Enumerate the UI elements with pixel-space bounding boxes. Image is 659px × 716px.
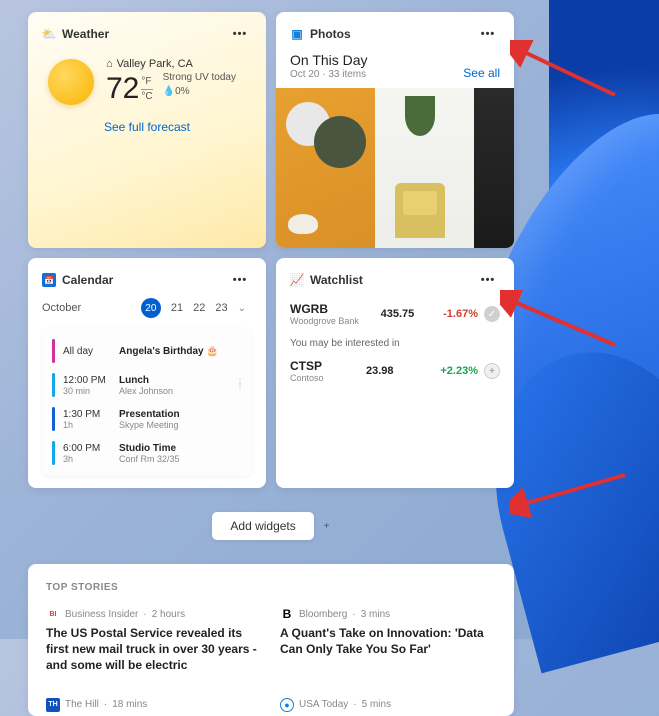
watchlist-suggest-label: You may be interested in: [290, 338, 500, 349]
photo-thumbnail[interactable]: [276, 88, 375, 248]
watchlist-icon: 📈: [290, 273, 304, 287]
home-icon: ⌂: [106, 58, 113, 70]
stock-check-button[interactable]: ✓: [484, 306, 500, 322]
photos-title: Photos: [310, 27, 351, 41]
weather-temp: 72: [106, 72, 139, 106]
news-item[interactable]: B Bloomberg · 3 mins A Quant's Take on I…: [280, 607, 496, 674]
weather-condition: Strong UV today: [163, 72, 236, 83]
annotation-arrow: [510, 40, 620, 100]
add-widgets-button[interactable]: Add widgets: [212, 512, 313, 540]
source-icon: ●: [280, 698, 294, 712]
calendar-day[interactable]: 21: [171, 302, 183, 314]
see-all-link[interactable]: See all: [463, 66, 500, 80]
stock-row[interactable]: WGRB Woodgrove Bank 435.75 -1.67% ✓: [290, 298, 500, 330]
weather-location: ⌂ Valley Park, CA: [106, 58, 236, 70]
calendar-day[interactable]: 23: [215, 302, 227, 314]
annotation-arrow: [500, 290, 620, 350]
photo-grid: [276, 88, 514, 248]
photos-more-button[interactable]: •••: [476, 24, 500, 44]
photos-subheading: Oct 20 · 33 items: [290, 69, 368, 80]
calendar-event[interactable]: 12:00 PM30 min LunchAlex Johnson ⋮⋮: [42, 368, 252, 402]
photos-icon: ▣: [290, 27, 304, 41]
source-icon: TH: [46, 698, 60, 712]
news-item[interactable]: BI Business Insider · 2 hours The US Pos…: [46, 607, 262, 674]
photos-widget: ▣ Photos ••• On This Day Oct 20 · 33 ite…: [276, 12, 514, 248]
news-item[interactable]: ● USA Today · 5 mins: [280, 698, 496, 716]
weather-widget: ⛅ Weather ••• ⌂ Valley Park, CA 72 °F °C: [28, 12, 266, 248]
top-stories-card: TOP STORIES BI Business Insider · 2 hour…: [28, 564, 514, 716]
weather-title: Weather: [62, 27, 109, 41]
watchlist-widget: 📈 Watchlist ••• WGRB Woodgrove Bank 435.…: [276, 258, 514, 488]
photo-thumbnail[interactable]: [474, 88, 514, 248]
calendar-widget: 📅 Calendar ••• October 20 21 22 23 ⌄ All…: [28, 258, 266, 488]
news-item[interactable]: TH The Hill · 18 mins: [46, 698, 262, 716]
weather-icon: ⛅: [42, 27, 56, 41]
news-header: TOP STORIES: [46, 582, 496, 593]
forecast-link[interactable]: See full forecast: [42, 120, 252, 134]
calendar-month: October: [42, 302, 81, 314]
event-list: All day Angela's Birthday 🎂 12:00 PM30 m…: [42, 328, 252, 476]
calendar-title: Calendar: [62, 273, 113, 287]
calendar-event[interactable]: 6:00 PM3h Studio TimeConf Rm 32/35: [42, 436, 252, 470]
stock-row[interactable]: CTSP Contoso 23.98 +2.23% +: [290, 355, 500, 387]
watchlist-title: Watchlist: [310, 273, 363, 287]
temp-unit-toggle[interactable]: °F °C: [141, 72, 152, 103]
watchlist-more-button[interactable]: •••: [476, 270, 500, 290]
stock-add-button[interactable]: +: [484, 363, 500, 379]
weather-more-button[interactable]: •••: [228, 24, 252, 44]
event-handle-icon[interactable]: ⋮⋮: [236, 381, 244, 389]
source-icon: B: [280, 607, 294, 621]
calendar-event[interactable]: 1:30 PM1h PresentationSkype Meeting: [42, 402, 252, 436]
weather-humidity: 💧0%: [163, 86, 236, 97]
calendar-icon: 📅: [42, 273, 56, 287]
source-icon: BI: [46, 607, 60, 621]
sun-icon: [48, 59, 94, 105]
plus-icon[interactable]: +: [324, 521, 330, 532]
calendar-event[interactable]: All day Angela's Birthday 🎂: [42, 334, 252, 368]
calendar-day[interactable]: 22: [193, 302, 205, 314]
chevron-down-icon[interactable]: ⌄: [238, 303, 246, 314]
widgets-panel: ⛅ Weather ••• ⌂ Valley Park, CA 72 °F °C: [28, 12, 514, 716]
annotation-arrow: [510, 470, 630, 520]
calendar-day-active[interactable]: 20: [141, 298, 161, 318]
photos-heading: On This Day: [290, 52, 368, 68]
photo-thumbnail[interactable]: [375, 88, 474, 248]
calendar-more-button[interactable]: •••: [228, 270, 252, 290]
